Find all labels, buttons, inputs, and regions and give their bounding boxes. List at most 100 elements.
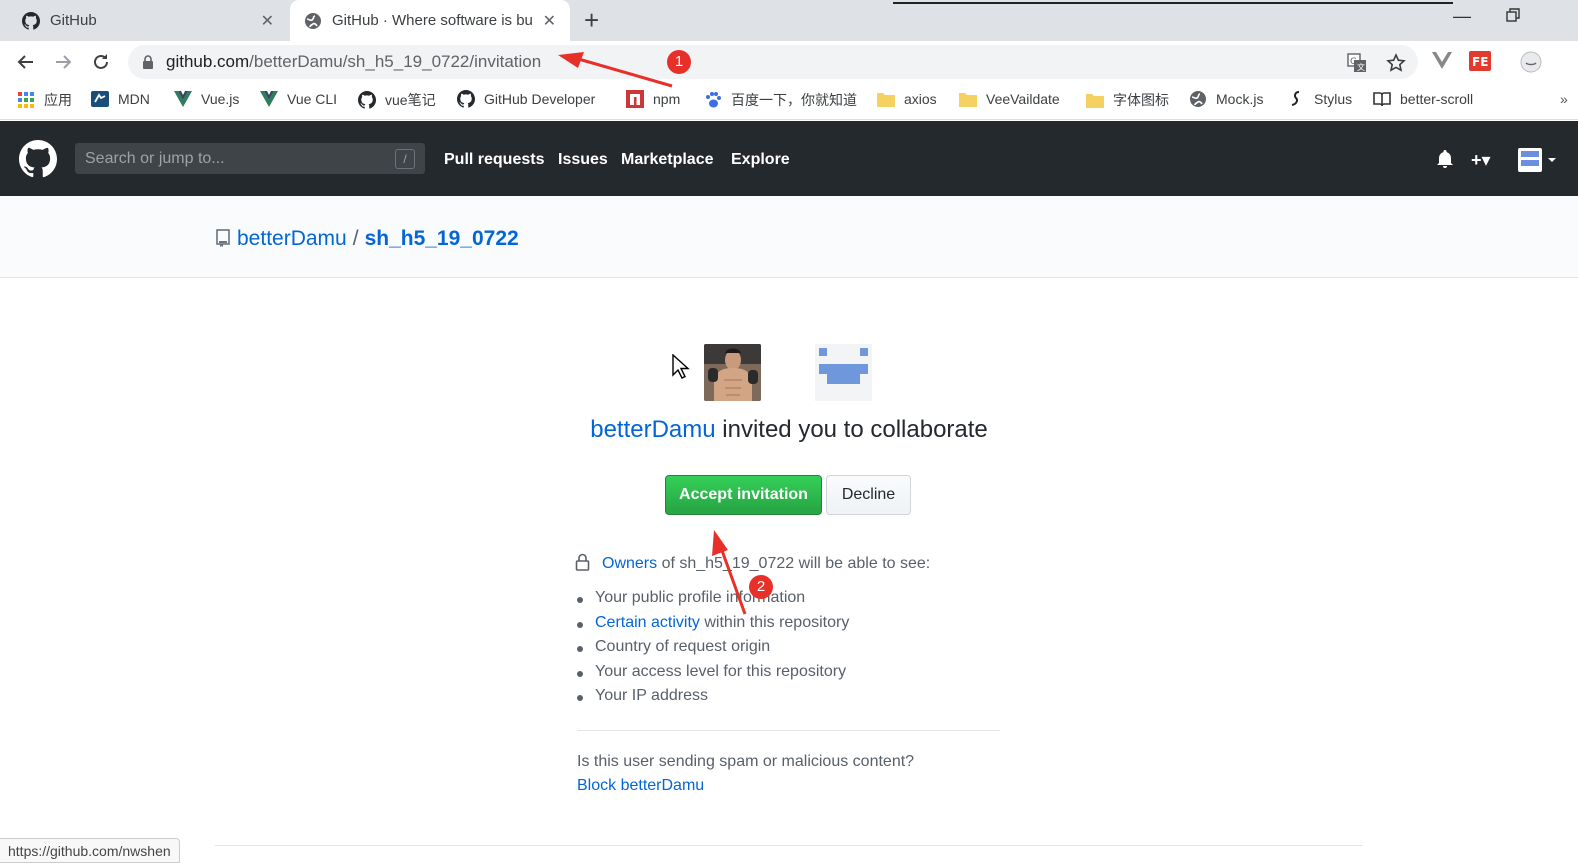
bookmarks-bar: 应用 MDN Vue.js Vue CLI vue笔记 GitHub Devel…	[0, 83, 1578, 120]
notifications-bell-icon[interactable]	[1436, 149, 1454, 174]
accept-invitation-button[interactable]: Accept invitation	[665, 475, 822, 515]
bookmark-better-scroll[interactable]: better-scroll	[1373, 90, 1473, 108]
github-icon	[358, 91, 376, 109]
create-new-dropdown[interactable]: +▾	[1471, 150, 1491, 171]
annotation-badge-2: 2	[749, 575, 773, 599]
bookmark-label: better-scroll	[1400, 91, 1474, 107]
globe-icon	[1189, 90, 1207, 108]
github-favicon-icon	[22, 11, 40, 30]
mdn-icon	[91, 90, 109, 108]
bookmark-stylus[interactable]: Stylus	[1287, 90, 1352, 108]
nav-explore[interactable]: Explore	[731, 151, 790, 169]
bookmark-label: VeeVaildate	[986, 91, 1060, 107]
book-icon	[1373, 90, 1391, 108]
svg-text:文: 文	[1357, 62, 1365, 72]
repo-owner-link[interactable]: betterDamu	[237, 227, 347, 250]
bookmark-mockjs[interactable]: Mock.js	[1189, 90, 1263, 108]
owners-link[interactable]: Owners	[602, 555, 657, 572]
bookmark-vue-notes[interactable]: vue笔记	[358, 90, 436, 110]
bookmark-veevalidate[interactable]: VeeVaildate	[959, 90, 1060, 108]
decline-button[interactable]: Decline	[826, 475, 911, 515]
github-icon	[457, 90, 475, 108]
vue-icon	[260, 90, 278, 108]
bookmark-label: Vue CLI	[287, 91, 338, 107]
tab-github[interactable]: GitHub ✕	[0, 0, 288, 41]
inviter-link[interactable]: betterDamu	[590, 416, 715, 443]
globe-favicon-icon	[304, 12, 322, 30]
github-search: /	[75, 143, 425, 174]
list-item: Certain activity within this repository	[577, 614, 849, 639]
baidu-paw-icon	[704, 91, 722, 109]
search-input[interactable]	[75, 143, 375, 174]
bookmark-github-developer[interactable]: GitHub Developer	[457, 90, 595, 108]
permissions-list: Your public profile information Certain …	[577, 589, 849, 712]
stylus-icon	[1287, 90, 1305, 108]
repo-separator: /	[352, 227, 359, 250]
bookmark-vuejs[interactable]: Vue.js	[174, 90, 239, 108]
forward-arrow-icon[interactable]	[51, 50, 75, 74]
bookmark-label: npm	[653, 91, 681, 107]
repo-book-icon	[216, 229, 230, 252]
tab-title: GitHub	[50, 12, 97, 29]
vue-devtools-icon[interactable]	[1432, 52, 1452, 75]
bookmark-vue-cli[interactable]: Vue CLI	[260, 90, 337, 108]
repo-title: betterDamu / sh_h5_19_0722	[237, 227, 519, 251]
bookmark-font-icons[interactable]: 字体图标	[1086, 90, 1169, 110]
user-avatar-dropdown[interactable]	[1518, 148, 1558, 177]
apps-grid-icon	[17, 91, 35, 109]
search-shortcut-key: /	[395, 149, 415, 169]
tab-title: GitHub · Where software is bu	[332, 12, 532, 29]
invitation-message: invited you to collaborate	[715, 416, 988, 443]
permission-text: Country of request origin	[595, 638, 771, 655]
bookmark-npm[interactable]: npm	[626, 90, 680, 108]
divider	[577, 730, 1000, 731]
bookmark-star-icon[interactable]	[1386, 53, 1406, 78]
minimize-icon[interactable]: —	[1453, 6, 1471, 27]
bookmarks-overflow-icon[interactable]: »	[1560, 91, 1568, 107]
bookmark-label: Mock.js	[1216, 91, 1264, 107]
lock-icon	[142, 55, 154, 74]
list-item: Country of request origin	[577, 638, 849, 663]
svg-text:FE: FE	[1472, 55, 1488, 69]
translate-icon[interactable]: G文	[1347, 53, 1367, 78]
profile-avatar-icon[interactable]	[1520, 51, 1542, 78]
divider	[215, 845, 1363, 846]
folder-icon	[959, 90, 977, 108]
navigation-bar: github.com/betterDamu/sh_h5_19_0722/invi…	[0, 41, 1578, 83]
npm-icon	[626, 90, 644, 108]
owners-visibility-notice: Owners of sh_h5_19_0722 will be able to …	[575, 553, 930, 576]
url-text[interactable]: github.com/betterDamu/sh_h5_19_0722/invi…	[166, 52, 541, 72]
tab-strip: GitHub ✕ GitHub · Where software is bu ✕…	[0, 0, 1578, 41]
address-bar[interactable]: github.com/betterDamu/sh_h5_19_0722/invi…	[128, 45, 1418, 79]
list-item: Your public profile information	[577, 589, 849, 614]
lock-icon	[575, 553, 590, 576]
bookmark-label: vue笔记	[385, 92, 436, 108]
bookmark-mdn[interactable]: MDN	[91, 90, 150, 108]
tab-github-active[interactable]: GitHub · Where software is bu ✕	[290, 0, 570, 41]
restore-icon[interactable]	[1506, 8, 1520, 22]
bookmark-baidu[interactable]: 百度一下，你就知道	[704, 90, 857, 110]
bookmark-apps[interactable]: 应用	[17, 90, 72, 110]
permission-text: Your IP address	[595, 687, 708, 704]
list-item: Your access level for this repository	[577, 663, 849, 688]
inviter-avatar[interactable]	[704, 344, 761, 401]
bookmark-axios[interactable]: axios	[877, 90, 937, 108]
nav-marketplace[interactable]: Marketplace	[621, 151, 714, 169]
url-host: github.com	[166, 52, 250, 71]
github-logo-icon[interactable]	[19, 140, 58, 183]
block-user-link[interactable]: Block betterDamu	[577, 777, 704, 795]
bookmark-label: MDN	[118, 91, 150, 107]
invitation-heading: betterDamu invited you to collaborate	[0, 416, 1578, 444]
tab-close-icon[interactable]: ✕	[261, 11, 274, 31]
new-tab-button[interactable]: +	[584, 6, 599, 34]
certain-activity-link[interactable]: Certain activity	[595, 614, 700, 631]
tab-close-icon[interactable]: ✕	[543, 11, 556, 31]
back-arrow-icon[interactable]	[14, 50, 38, 74]
repo-header: betterDamu / sh_h5_19_0722	[0, 196, 1578, 278]
bookmark-label: axios	[904, 91, 937, 107]
repo-name-link[interactable]: sh_h5_19_0722	[365, 227, 519, 250]
nav-issues[interactable]: Issues	[558, 151, 608, 169]
fe-helper-icon[interactable]: FE	[1469, 51, 1491, 76]
nav-pull-requests[interactable]: Pull requests	[444, 151, 544, 169]
reload-icon[interactable]	[89, 50, 113, 74]
